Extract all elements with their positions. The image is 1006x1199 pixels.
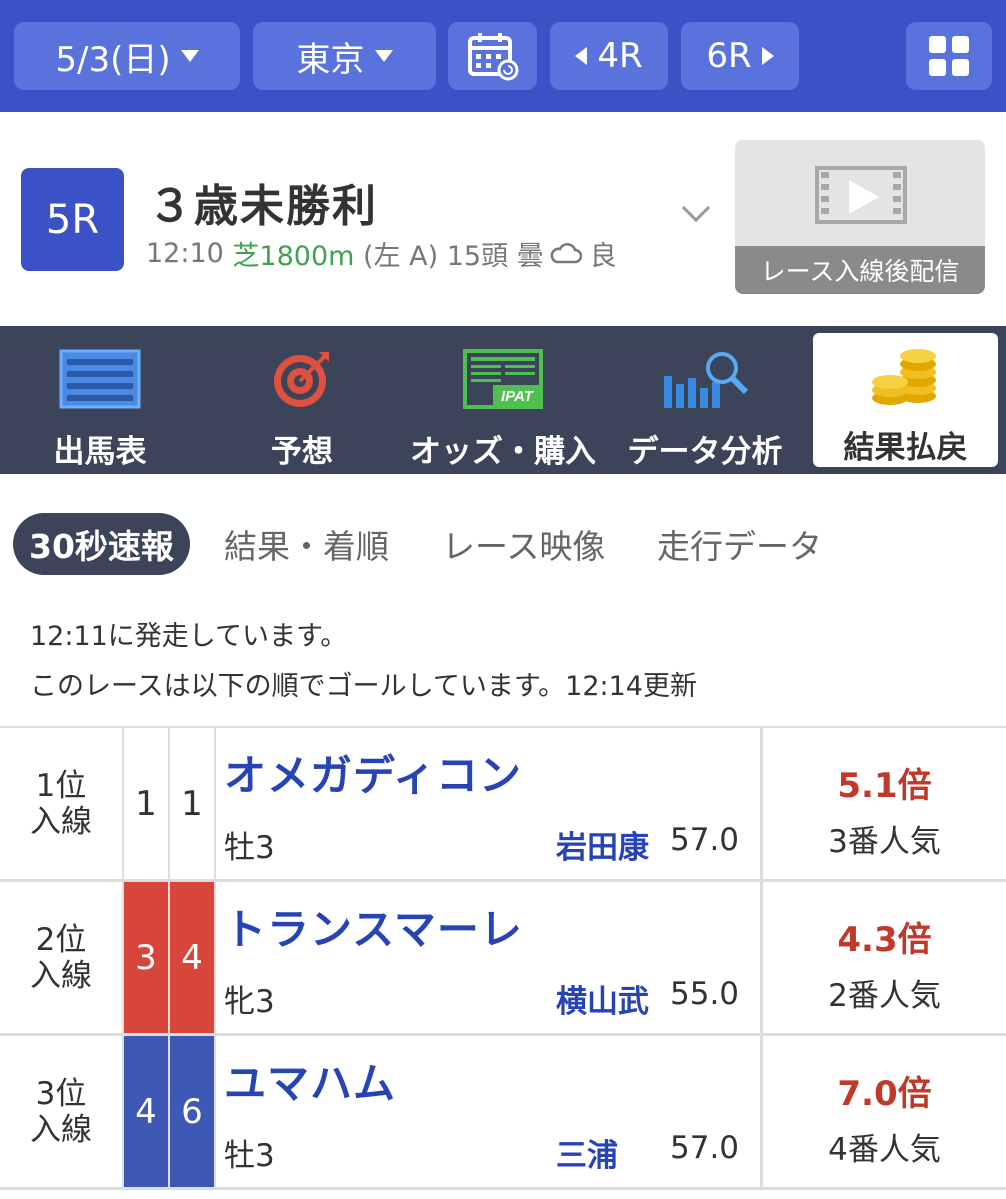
race-time: 12:10 (146, 238, 224, 269)
race-number: 5R (45, 196, 100, 243)
race-direction: (左 A) (363, 241, 439, 272)
rank-status: 入線 (30, 803, 92, 840)
rank-status: 入線 (30, 957, 92, 994)
horse-name-link[interactable]: ユマハム (224, 1050, 396, 1111)
finish-rank: 2位 入線 (0, 882, 124, 1033)
tab-30sec-flash[interactable]: 30秒速報 (13, 513, 190, 575)
coins-icon (871, 348, 936, 405)
grid-icon (929, 36, 969, 76)
chevron-right-icon (761, 47, 774, 65)
horse-name-link[interactable]: オメガディコン (224, 742, 522, 803)
goal-notice: このレースは以下の順でゴールしています。12:14更新 (30, 671, 697, 702)
win-odds: 4.3倍 (837, 920, 932, 960)
race-number-badge: 5R (21, 168, 124, 271)
carried-weight: 57.0 (670, 1130, 740, 1166)
race-course: 芝1800m (232, 241, 355, 272)
result-row[interactable]: 1位 入線 1 1 オメガディコン 牡3 岩田康 57.0 5.1倍 3番人気 (0, 728, 1006, 882)
video-label: レース入線後配信 (735, 246, 985, 294)
menu-data-analysis[interactable]: データ分析 (618, 326, 792, 474)
svg-text:IPAT: IPAT (501, 388, 535, 405)
jockey-link[interactable]: 岩田康 (556, 822, 649, 867)
race-weather: 曇 (516, 241, 544, 272)
popularity-rank: 3番人気 (828, 824, 941, 860)
race-title: ３歳未勝利 (148, 181, 378, 232)
cloud-icon (550, 242, 582, 263)
menu-results-payout-label: 結果払戻 (843, 430, 968, 466)
race-runners: 15頭 (446, 241, 509, 272)
target-icon (274, 352, 329, 407)
next-race-label: 6R (706, 36, 752, 76)
horse-sex-age: 牡3 (224, 1138, 275, 1174)
venue-selector[interactable]: 東京 (253, 22, 436, 90)
date-selector[interactable]: 5/3(日) (14, 22, 240, 90)
race-info: 12:10 芝1800m (左 A) 15頭 曇 良 (146, 234, 617, 273)
result-row[interactable]: 2位 入線 3 4 トランスマーレ 牝3 横山武 55.0 4.3倍 2番人気 (0, 882, 1006, 1036)
bracket-number: 1 (124, 728, 170, 879)
next-race-button[interactable]: 6R (681, 22, 799, 90)
data-analysis-icon (664, 352, 749, 408)
chevron-down-icon (374, 50, 393, 62)
start-notice: 12:11に発走しています。 (30, 621, 348, 652)
menu-odds-purchase-label: オッズ・購入 (410, 434, 596, 470)
carried-weight: 57.0 (670, 822, 740, 858)
win-odds: 5.1倍 (837, 766, 932, 806)
race-video-thumbnail[interactable]: レース入線後配信 (735, 140, 985, 294)
menu-prediction[interactable]: 予想 (222, 326, 382, 474)
menu-prediction-label: 予想 (271, 434, 333, 470)
entry-list-icon (59, 349, 141, 409)
finish-rank: 3位 入線 (0, 1036, 124, 1187)
horse-name-link[interactable]: トランスマーレ (224, 896, 523, 957)
popularity-rank: 4番人気 (828, 1132, 941, 1168)
win-odds: 7.0倍 (837, 1074, 932, 1114)
jockey-link[interactable]: 三浦 (556, 1130, 618, 1175)
menu-data-analysis-label: データ分析 (627, 434, 783, 470)
jockey-link[interactable]: 横山武 (556, 976, 649, 1021)
calendar-icon (467, 33, 518, 81)
chevron-down-icon (180, 50, 199, 62)
tab-race-video[interactable]: レース映像 (442, 513, 605, 575)
tab-running-data[interactable]: 走行データ (657, 513, 822, 575)
ipat-icon: IPAT (463, 349, 543, 409)
horse-number: 1 (170, 728, 216, 879)
horse-number: 6 (170, 1036, 216, 1187)
venue-label: 東京 (296, 39, 365, 80)
prev-race-button[interactable]: 4R (550, 22, 668, 90)
chevron-left-icon (575, 47, 588, 65)
popularity-rank: 2番人気 (828, 978, 941, 1014)
menu-entry-list-label: 出馬表 (53, 434, 147, 470)
rank-status: 入線 (30, 1111, 92, 1148)
rank-position: 3位 (35, 1075, 87, 1112)
menu-entry-list[interactable]: 出馬表 (20, 326, 180, 474)
date-label: 5/3(日) (55, 39, 171, 80)
bracket-number: 3 (124, 882, 170, 1033)
horse-sex-age: 牝3 (224, 984, 275, 1020)
rank-position: 2位 (35, 921, 87, 958)
expand-chevron-icon[interactable] (681, 193, 711, 223)
menu-results-payout[interactable]: 結果払戻 (813, 333, 998, 467)
bracket-number: 4 (124, 1036, 170, 1187)
film-play-icon (815, 166, 907, 224)
horse-number: 4 (170, 882, 216, 1033)
horse-sex-age: 牡3 (224, 830, 275, 866)
track-condition: 良 (589, 241, 617, 272)
top-nav-bar: 5/3(日) 東京 4R 6R (0, 0, 1006, 112)
race-menu-bar: 出馬表 予想 IPAT オッズ・購入 データ分析 結果払戻 (0, 326, 1006, 474)
calendar-button[interactable] (448, 22, 537, 90)
menu-odds-purchase[interactable]: IPAT オッズ・購入 (408, 326, 598, 474)
carried-weight: 55.0 (670, 976, 740, 1012)
rank-position: 1位 (35, 767, 87, 804)
grid-menu-button[interactable] (906, 22, 992, 90)
tab-results-order[interactable]: 結果・着順 (224, 513, 389, 575)
result-row[interactable]: 3位 入線 4 6 ユマハム 牡3 三浦 57.0 7.0倍 4番人気 (0, 1036, 1006, 1190)
prev-race-label: 4R (597, 36, 643, 76)
finish-rank: 1位 入線 (0, 728, 124, 879)
results-table: 1位 入線 1 1 オメガディコン 牡3 岩田康 57.0 5.1倍 3番人気 … (0, 726, 1006, 1190)
